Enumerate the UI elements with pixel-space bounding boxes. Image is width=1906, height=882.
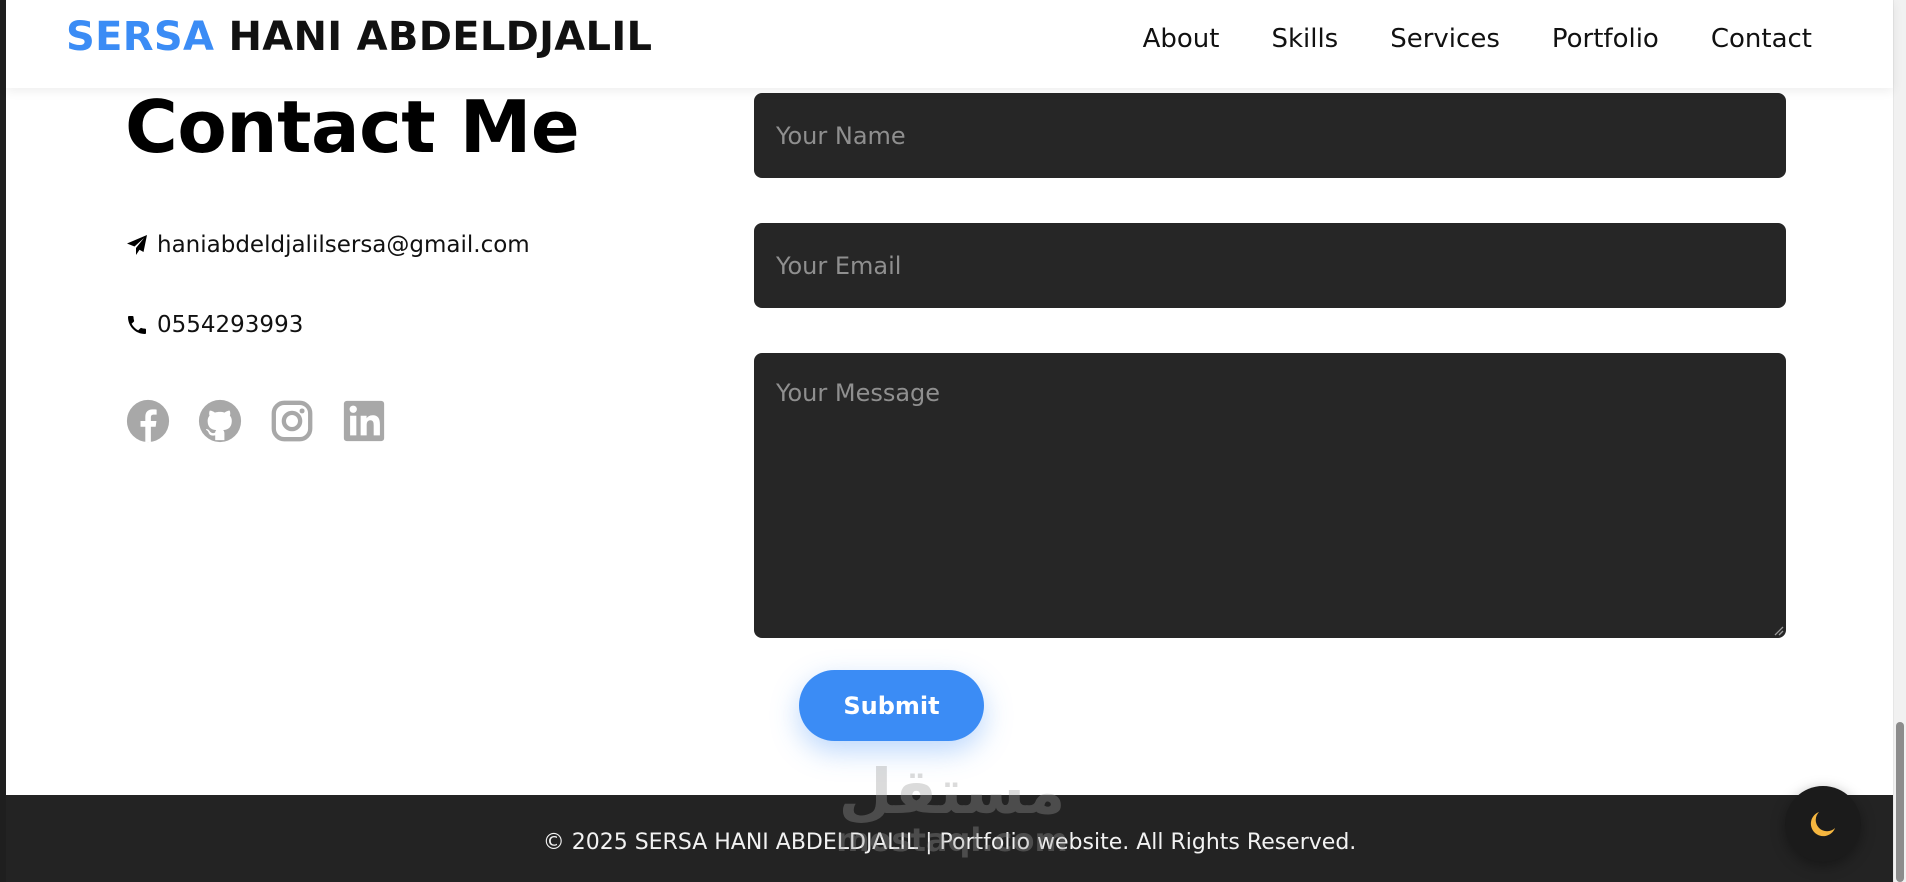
contact-title: Contact Me	[125, 85, 580, 169]
contact-email-row: haniabdeldjalilsersa@gmail.com	[125, 232, 530, 258]
facebook-icon[interactable]	[125, 398, 171, 444]
footer: © 2025 SERSA HANI ABDELDJALIL | Portfoli…	[6, 795, 1893, 882]
window-left-edge	[0, 0, 6, 882]
resize-grip-icon[interactable]	[1772, 624, 1784, 636]
social-links	[125, 398, 387, 444]
brand-first-name: SERSA	[66, 14, 215, 60]
brand-last-name: HANI ABDELDJALIL	[228, 14, 653, 60]
message-textarea[interactable]	[754, 353, 1786, 638]
theme-toggle-button[interactable]	[1785, 786, 1861, 862]
contact-email[interactable]: haniabdeldjalilsersa@gmail.com	[157, 232, 530, 258]
nav-link-about[interactable]: About	[1143, 24, 1220, 54]
nav-link-services[interactable]: Services	[1390, 24, 1500, 54]
contact-phone[interactable]: 0554293993	[157, 312, 303, 338]
phone-icon	[128, 316, 146, 334]
navbar: SERSA HANI ABDELDJALIL About Skills Serv…	[6, 0, 1893, 88]
scrollbar-thumb[interactable]	[1896, 722, 1904, 882]
nav-link-contact[interactable]: Contact	[1711, 24, 1812, 54]
name-input[interactable]	[754, 93, 1786, 178]
nav-links: About Skills Services Portfolio Contact	[1143, 24, 1812, 54]
instagram-icon[interactable]	[269, 398, 315, 444]
paper-plane-icon	[127, 235, 147, 255]
email-input[interactable]	[754, 223, 1786, 308]
contact-phone-row: 0554293993	[125, 312, 303, 338]
moon-icon	[1810, 811, 1836, 837]
nav-link-skills[interactable]: Skills	[1271, 24, 1338, 54]
submit-button[interactable]: Submit	[799, 670, 984, 741]
github-icon[interactable]	[197, 398, 243, 444]
nav-link-portfolio[interactable]: Portfolio	[1552, 24, 1659, 54]
brand-logo[interactable]: SERSA HANI ABDELDJALIL	[66, 14, 652, 60]
footer-copyright: © 2025 SERSA HANI ABDELDJALIL | Portfoli…	[542, 830, 1357, 855]
linkedin-icon[interactable]	[341, 398, 387, 444]
